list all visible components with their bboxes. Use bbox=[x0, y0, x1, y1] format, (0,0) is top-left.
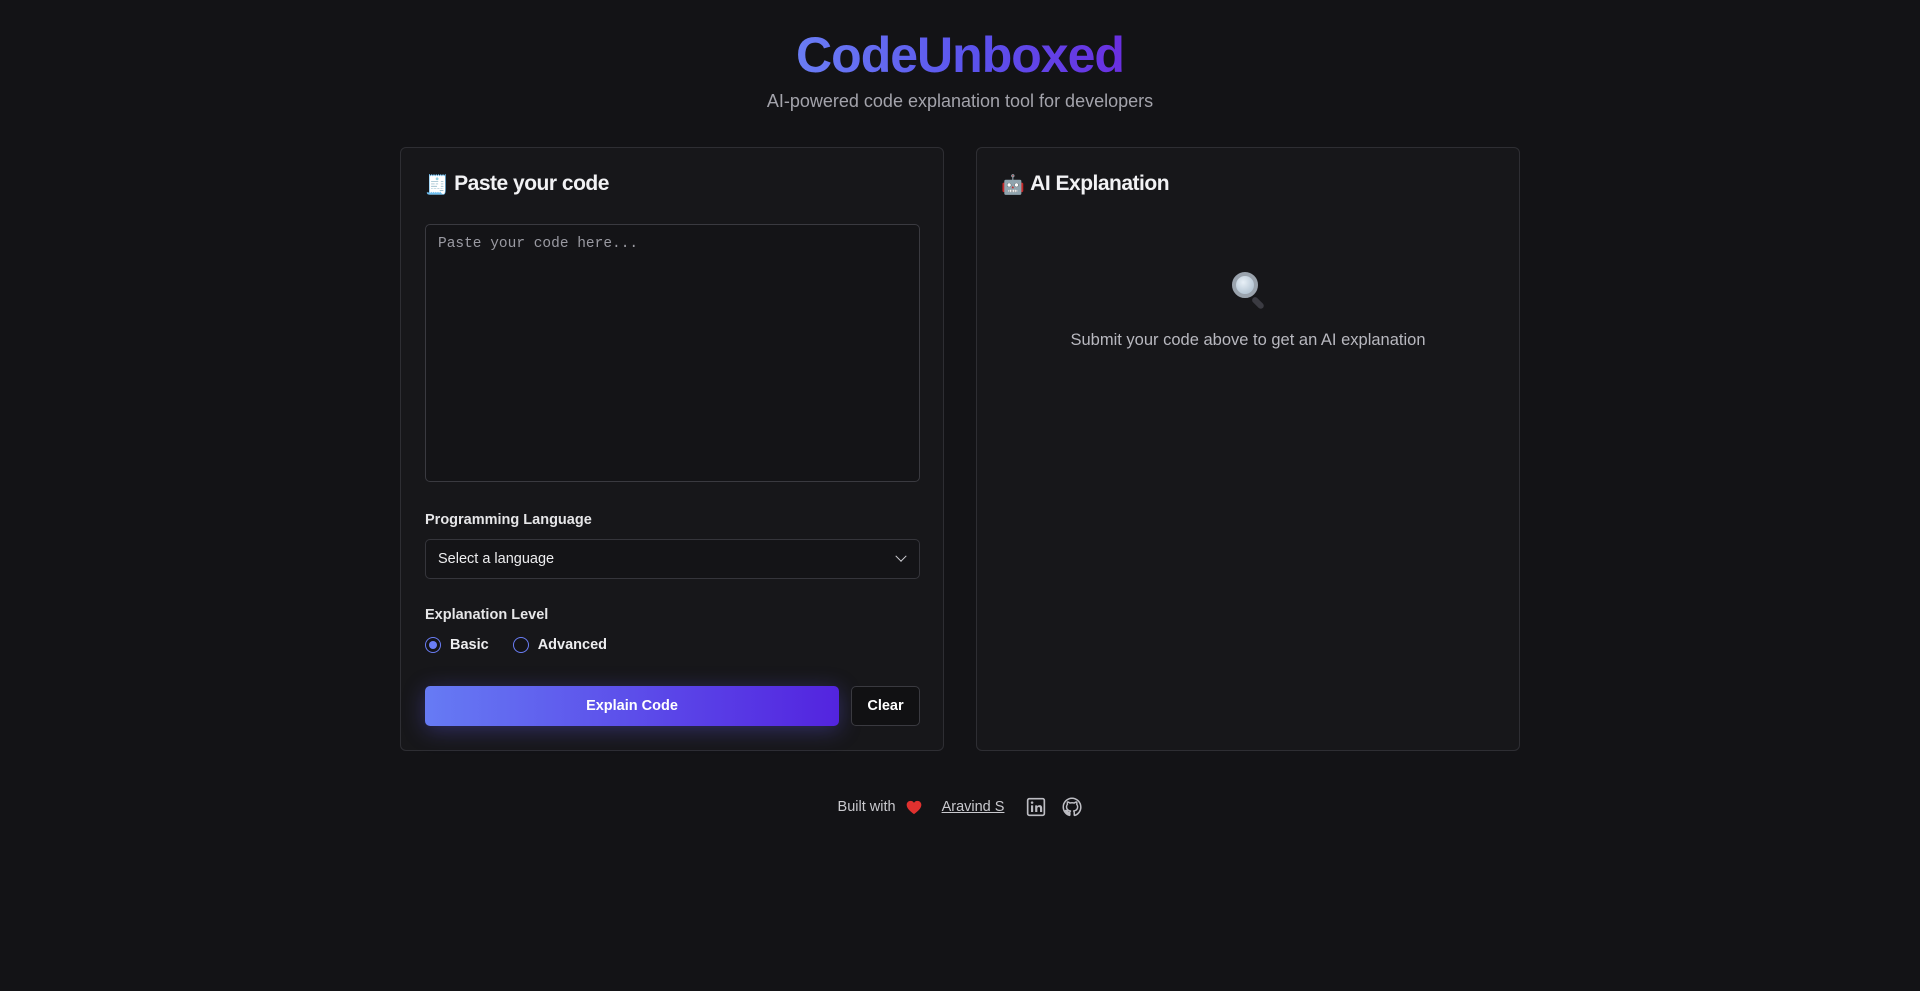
built-with-text: Built with bbox=[837, 799, 896, 815]
code-textarea[interactable] bbox=[425, 224, 920, 482]
language-label: Programming Language bbox=[425, 512, 592, 528]
receipt-icon: 🧾 bbox=[425, 173, 449, 196]
code-input-title-text: Paste your code bbox=[454, 172, 609, 195]
explanation-level-label: Explanation Level bbox=[425, 607, 549, 623]
author-link[interactable]: Aravind S bbox=[942, 799, 1005, 815]
radio-basic[interactable]: Basic bbox=[425, 637, 489, 653]
radio-advanced-indicator[interactable] bbox=[512, 637, 529, 653]
radio-advanced[interactable]: Advanced bbox=[512, 637, 608, 653]
magnifier-icon bbox=[1228, 270, 1268, 311]
language-select[interactable]: Select a language bbox=[425, 539, 920, 579]
radio-basic-label: Basic bbox=[450, 637, 489, 653]
app-title: CodeUnboxed bbox=[796, 27, 1125, 83]
explanation-level-group: Basic Advanced bbox=[425, 637, 607, 653]
explain-code-button[interactable]: Explain Code bbox=[425, 686, 839, 726]
chevron-down-icon bbox=[895, 550, 907, 562]
main-panels: 🧾 Paste your code Programming Language S… bbox=[400, 147, 1520, 751]
radio-basic-indicator[interactable] bbox=[425, 637, 441, 653]
ai-explanation-panel: 🤖 AI Explanation Submit your code above … bbox=[976, 147, 1520, 751]
ai-explanation-title: 🤖 AI Explanation bbox=[1001, 172, 1170, 196]
footer: Built with Aravind S bbox=[0, 797, 1920, 817]
empty-state: Submit your code above to get an AI expl… bbox=[977, 270, 1519, 350]
app-subtitle: AI-powered code explanation tool for dev… bbox=[766, 91, 1154, 111]
linkedin-icon[interactable] bbox=[1026, 797, 1046, 817]
ai-explanation-title-text: AI Explanation bbox=[1030, 172, 1170, 195]
app-header: CodeUnboxed AI-powered code explanation … bbox=[0, 0, 1920, 112]
heart-icon bbox=[906, 800, 921, 814]
code-input-title: 🧾 Paste your code bbox=[425, 172, 609, 196]
clear-button[interactable]: Clear bbox=[851, 686, 920, 726]
robot-icon: 🤖 bbox=[1001, 173, 1025, 196]
code-input-panel: 🧾 Paste your code Programming Language S… bbox=[400, 147, 944, 751]
language-select-value: Select a language bbox=[438, 551, 555, 567]
radio-advanced-label: Advanced bbox=[537, 637, 608, 653]
empty-state-text: Submit your code above to get an AI expl… bbox=[1070, 331, 1426, 349]
github-icon[interactable] bbox=[1062, 797, 1083, 817]
